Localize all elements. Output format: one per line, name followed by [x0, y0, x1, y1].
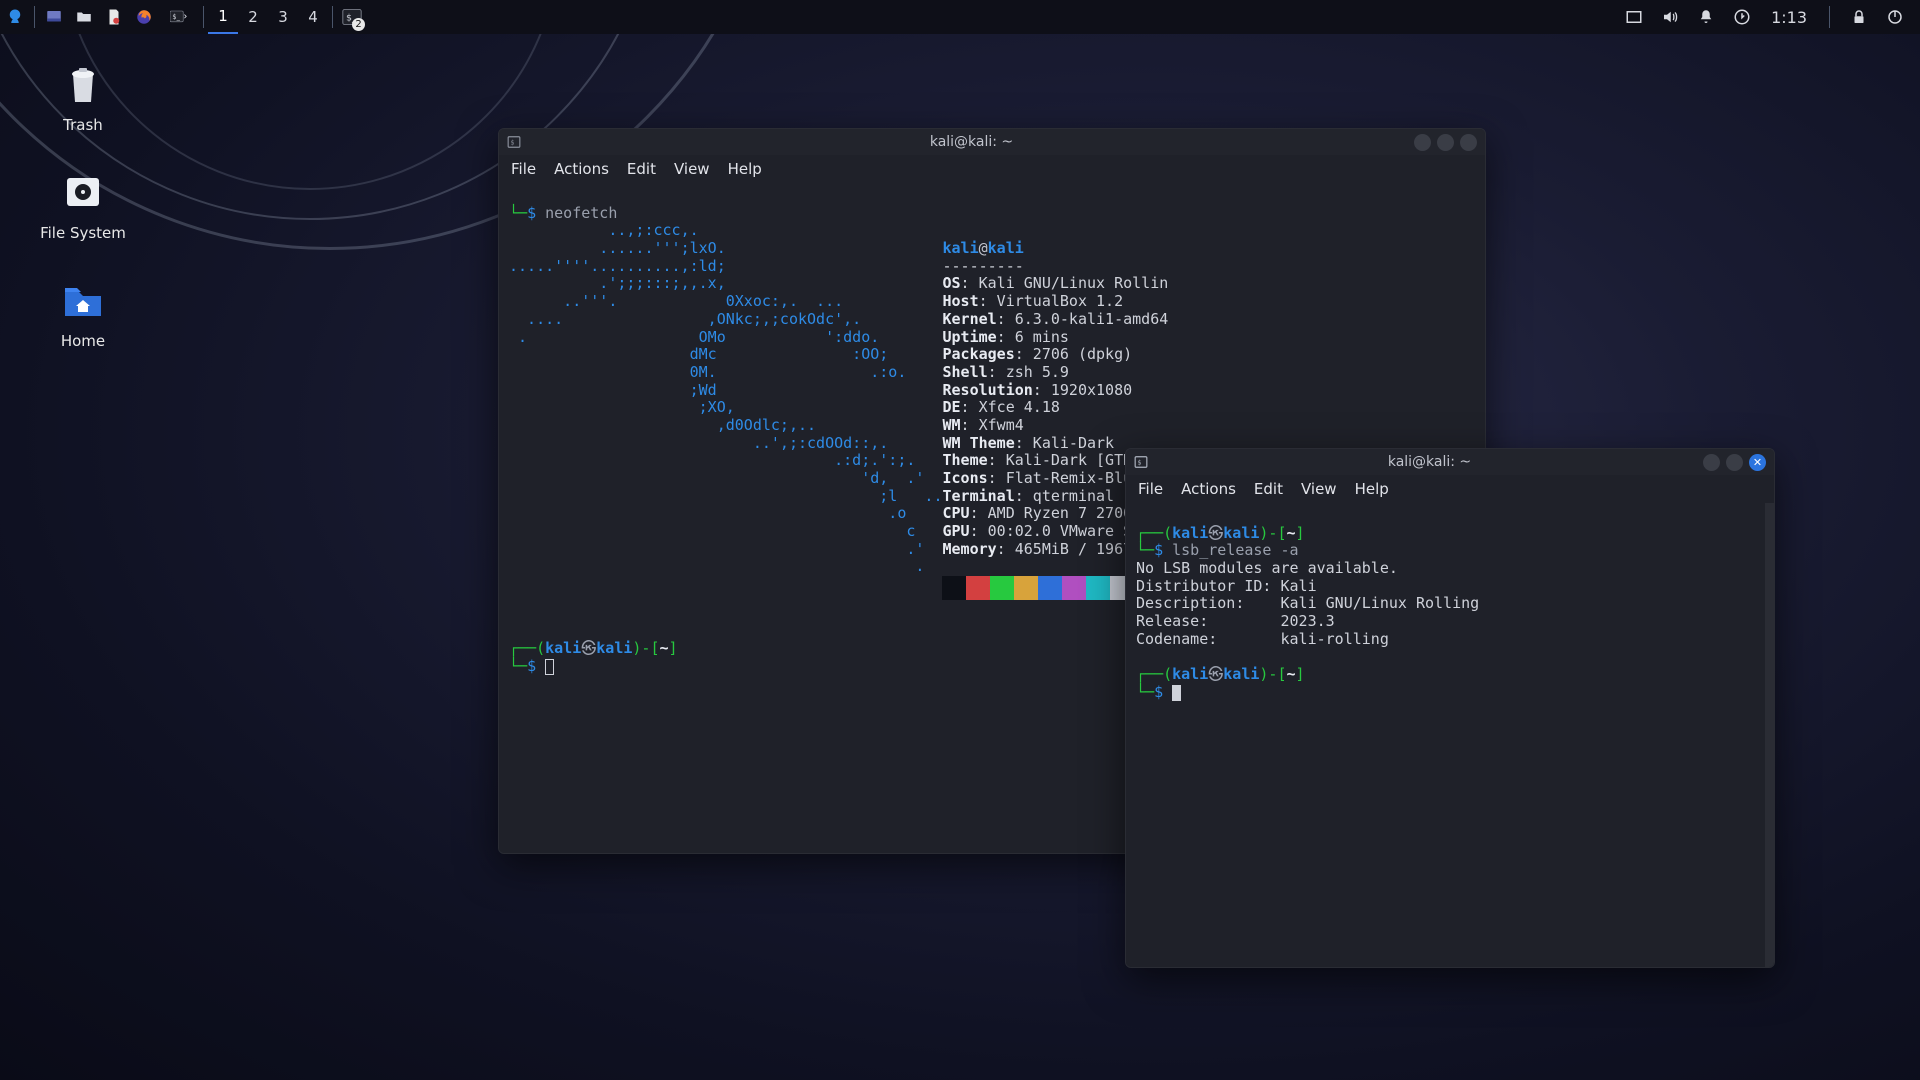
clock[interactable]: 1:13 — [1767, 8, 1811, 27]
taskbar-terminal-group[interactable]: $_ 2 — [337, 0, 367, 34]
desktop-icon-label: File System — [40, 224, 126, 242]
drive-icon — [57, 166, 109, 218]
lock-icon[interactable] — [1848, 6, 1870, 28]
svg-text:$: $ — [511, 138, 515, 146]
desktop-icons: Trash File System Home — [28, 58, 138, 382]
cursor — [1172, 685, 1181, 701]
menu-actions[interactable]: Actions — [554, 160, 609, 178]
top-panel: $_ 1 2 3 4 $_ 2 1:13 — [0, 0, 1920, 34]
updates-icon[interactable] — [1731, 6, 1753, 28]
file-manager-launcher[interactable] — [69, 0, 99, 34]
maximize-button[interactable] — [1726, 454, 1743, 471]
menu-edit[interactable]: Edit — [627, 160, 656, 178]
window-icon: $ — [507, 135, 521, 149]
menu-file[interactable]: File — [511, 160, 536, 178]
minimize-button[interactable] — [1703, 454, 1720, 471]
show-desktop-button[interactable] — [39, 0, 69, 34]
workspace-overview-icon[interactable] — [1623, 6, 1645, 28]
titlebar[interactable]: $ kali@kali: ~ — [499, 129, 1485, 155]
terminal-content[interactable]: ┌──(kali㉿kali)-[~] └─$ lsb_release -a No… — [1126, 503, 1774, 967]
text-editor-launcher[interactable] — [99, 0, 129, 34]
app-menu-button[interactable] — [0, 0, 30, 34]
desktop-icon-trash[interactable]: Trash — [28, 58, 138, 134]
menubar: File Actions Edit View Help — [1126, 475, 1774, 503]
menu-help[interactable]: Help — [728, 160, 762, 178]
desktop-icon-label: Trash — [63, 116, 103, 134]
firefox-launcher[interactable] — [129, 0, 159, 34]
svg-text:$: $ — [1138, 458, 1142, 466]
close-button[interactable] — [1460, 134, 1477, 151]
desktop-icon-filesystem[interactable]: File System — [28, 166, 138, 242]
menu-actions[interactable]: Actions — [1181, 480, 1236, 498]
close-button[interactable]: ✕ — [1749, 454, 1766, 471]
window-title: kali@kali: ~ — [1156, 454, 1703, 470]
maximize-button[interactable] — [1437, 134, 1454, 151]
neofetch-ascii: ..,;:ccc,. ......''';lxO. .....''''.....… — [509, 221, 942, 575]
desktop-icon-home[interactable]: Home — [28, 274, 138, 350]
home-folder-icon — [57, 274, 109, 326]
trash-icon — [57, 58, 109, 110]
menu-edit[interactable]: Edit — [1254, 480, 1283, 498]
taskbar-badge: 2 — [352, 18, 365, 31]
menu-file[interactable]: File — [1138, 480, 1163, 498]
notifications-icon[interactable] — [1695, 6, 1717, 28]
menu-view[interactable]: View — [1301, 480, 1337, 498]
svg-text:$_: $_ — [172, 13, 180, 21]
workspace-3[interactable]: 3 — [268, 0, 298, 34]
terminal-launcher[interactable]: $_ — [159, 0, 199, 34]
menu-help[interactable]: Help — [1355, 480, 1389, 498]
scrollbar[interactable] — [1765, 503, 1774, 967]
workspace-2[interactable]: 2 — [238, 0, 268, 34]
menu-view[interactable]: View — [674, 160, 710, 178]
cursor — [545, 659, 554, 675]
window-title: kali@kali: ~ — [529, 134, 1414, 150]
power-icon[interactable] — [1884, 6, 1906, 28]
window-icon: $ — [1134, 455, 1148, 469]
terminal-window-lsbrelease[interactable]: $ kali@kali: ~ ✕ File Actions Edit View … — [1125, 448, 1775, 968]
workspace-1[interactable]: 1 — [208, 0, 238, 34]
minimize-button[interactable] — [1414, 134, 1431, 151]
desktop-icon-label: Home — [61, 332, 105, 350]
titlebar[interactable]: $ kali@kali: ~ ✕ — [1126, 449, 1774, 475]
menubar: File Actions Edit View Help — [499, 155, 1485, 183]
volume-icon[interactable] — [1659, 6, 1681, 28]
workspace-4[interactable]: 4 — [298, 0, 328, 34]
color-swatches — [942, 576, 1134, 600]
